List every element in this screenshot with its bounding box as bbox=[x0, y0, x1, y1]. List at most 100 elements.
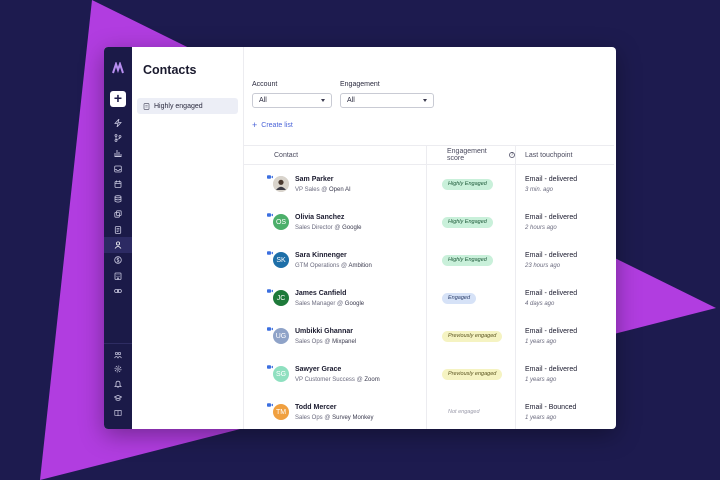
person-info: Todd Mercer Sales Ops @ Survey Monkey bbox=[295, 404, 373, 421]
video-icon bbox=[267, 403, 273, 407]
help-icon[interactable]: ? bbox=[509, 152, 515, 158]
nav-calendar[interactable] bbox=[104, 176, 132, 191]
column-header-score[interactable]: Engagement score ? bbox=[427, 146, 516, 164]
person-info: James Canfield Sales Manager @ Google bbox=[295, 290, 364, 307]
list-item-highly-engaged[interactable]: Highly engaged bbox=[137, 98, 238, 114]
avatar: UG bbox=[273, 328, 289, 344]
last-touchpoint-time: 2 hours ago bbox=[525, 224, 557, 231]
nav-lightning[interactable] bbox=[104, 115, 132, 130]
contact-name[interactable]: Sam Parker bbox=[295, 176, 351, 183]
contact-cell: SK Sara Kinnenger GTM Operations @ Ambitio… bbox=[244, 241, 427, 279]
contact-role: VP Sales @ Open AI bbox=[295, 187, 351, 193]
settings-icon bbox=[114, 365, 122, 373]
nav-link[interactable] bbox=[104, 283, 132, 298]
nav-bell[interactable] bbox=[104, 377, 132, 392]
contact-name[interactable]: Olivia Sanchez bbox=[295, 214, 361, 221]
last-touchpoint-cell: Email - delivered 3 min. ago bbox=[516, 176, 577, 193]
nav-graduation[interactable] bbox=[104, 391, 132, 406]
contact-company: Mixpanel bbox=[332, 338, 357, 345]
last-touchpoint-cell: Email - delivered 1 years ago bbox=[516, 328, 577, 345]
table-row[interactable]: TM Todd Mercer Sales Ops @ Survey Monkey No… bbox=[244, 393, 614, 429]
engagement-select[interactable]: All bbox=[340, 93, 434, 108]
logo-icon bbox=[112, 62, 124, 74]
contact-name[interactable]: Sawyer Grace bbox=[295, 366, 380, 373]
person-info: Sawyer Grace VP Customer Success @ Zoom bbox=[295, 366, 380, 383]
nav-copy[interactable] bbox=[104, 207, 132, 222]
rail-nav bbox=[104, 115, 132, 299]
contact-cell: Sam Parker VP Sales @ Open AI bbox=[244, 165, 427, 203]
video-icon bbox=[267, 213, 273, 217]
contact-name[interactable]: Sara Kinnenger bbox=[295, 252, 372, 259]
account-select[interactable]: All bbox=[252, 93, 332, 108]
create-list-label: Create list bbox=[261, 122, 293, 129]
avatar: SG bbox=[273, 366, 289, 382]
contact-cell: JC James Canfield Sales Manager @ Google bbox=[244, 279, 427, 317]
avatar bbox=[273, 176, 289, 192]
contact-cell: UG Umbikki Ghannar Sales Ops @ Mixpanel bbox=[244, 317, 427, 355]
engagement-badge: Highly Engaged bbox=[442, 216, 493, 228]
bell-icon bbox=[114, 380, 122, 388]
add-button[interactable]: + bbox=[110, 91, 126, 107]
role-separator: @ bbox=[335, 300, 345, 307]
last-touchpoint: Email - delivered bbox=[525, 251, 578, 259]
table-row[interactable]: SK Sara Kinnenger GTM Operations @ Ambitio… bbox=[244, 241, 614, 279]
rail-bottom bbox=[104, 342, 132, 421]
contact-role: Sales Ops @ Survey Monkey bbox=[295, 415, 373, 421]
contact-name[interactable]: James Canfield bbox=[295, 290, 364, 297]
last-touchpoint: Email - delivered bbox=[525, 175, 578, 183]
nav-inbox[interactable] bbox=[104, 161, 132, 176]
nav-building[interactable] bbox=[104, 268, 132, 283]
score-cell: Engaged bbox=[427, 279, 516, 317]
nav-document[interactable] bbox=[104, 222, 132, 237]
role-separator: @ bbox=[332, 224, 343, 231]
column-header-contact[interactable]: Contact bbox=[244, 146, 427, 164]
building-icon bbox=[114, 272, 122, 280]
role-separator: @ bbox=[322, 414, 333, 421]
score-header-label: Engagement score bbox=[447, 148, 487, 162]
last-touchpoint-cell: Email - delivered 4 days ago bbox=[516, 290, 577, 307]
role-separator: @ bbox=[322, 338, 333, 345]
table-row[interactable]: Sam Parker VP Sales @ Open AI Highly Engag… bbox=[244, 165, 614, 203]
nav-currency[interactable] bbox=[104, 253, 132, 268]
nav-team[interactable] bbox=[104, 348, 132, 363]
table-row[interactable]: OS Olivia Sanchez Sales Director @ Google H… bbox=[244, 203, 614, 241]
role-separator: @ bbox=[319, 186, 330, 193]
contact-company: Survey Monkey bbox=[332, 414, 374, 421]
book-icon bbox=[114, 409, 122, 416]
nav-database[interactable] bbox=[104, 191, 132, 206]
contact-title: Sales Ops bbox=[295, 338, 323, 345]
score-cell: Previously engaged bbox=[427, 355, 516, 393]
column-header-last-touchpoint[interactable]: Last touchpoint bbox=[516, 152, 572, 159]
nav-branch[interactable] bbox=[104, 130, 132, 145]
contact-header-label: Contact bbox=[274, 151, 299, 159]
avatar-initials: TM bbox=[275, 408, 287, 416]
table-row[interactable]: UG Umbikki Ghannar Sales Ops @ Mixpanel Pre… bbox=[244, 317, 614, 355]
nav-book[interactable] bbox=[104, 406, 132, 421]
nav-contacts[interactable] bbox=[104, 237, 132, 253]
score-cell: Highly Engaged bbox=[427, 241, 516, 279]
create-list-link[interactable]: + Create list bbox=[252, 121, 293, 130]
chevron-down-icon bbox=[423, 99, 427, 102]
branch-icon bbox=[114, 134, 122, 142]
last-header-label: Last touchpoint bbox=[525, 151, 573, 159]
nav-chart[interactable] bbox=[104, 146, 132, 161]
video-icon bbox=[267, 251, 273, 255]
nav-settings[interactable] bbox=[104, 362, 132, 377]
person-info: Umbikki Ghannar Sales Ops @ Mixpanel bbox=[295, 328, 356, 345]
last-touchpoint-cell: Email - delivered 1 years ago bbox=[516, 366, 577, 383]
contact-company: Google bbox=[342, 224, 362, 231]
contact-name[interactable]: Todd Mercer bbox=[295, 404, 373, 411]
contact-name[interactable]: Umbikki Ghannar bbox=[295, 328, 356, 335]
last-touchpoint: Email - delivered bbox=[525, 365, 578, 373]
contact-title: VP Sales bbox=[295, 186, 320, 193]
database-icon bbox=[114, 195, 122, 203]
table-row[interactable]: SG Sawyer Grace VP Customer Success @ Zoom… bbox=[244, 355, 614, 393]
engagement-badge: Highly Engaged bbox=[442, 178, 493, 190]
engagement-badge: Previously engaged bbox=[442, 368, 503, 380]
contacts-icon bbox=[114, 241, 122, 249]
last-touchpoint-time: 4 days ago bbox=[525, 300, 555, 307]
person-photo-icon bbox=[273, 176, 289, 192]
score-cell: Highly Engaged bbox=[427, 203, 516, 241]
calendar-icon bbox=[114, 180, 122, 188]
table-row[interactable]: JC James Canfield Sales Manager @ Google En… bbox=[244, 279, 614, 317]
